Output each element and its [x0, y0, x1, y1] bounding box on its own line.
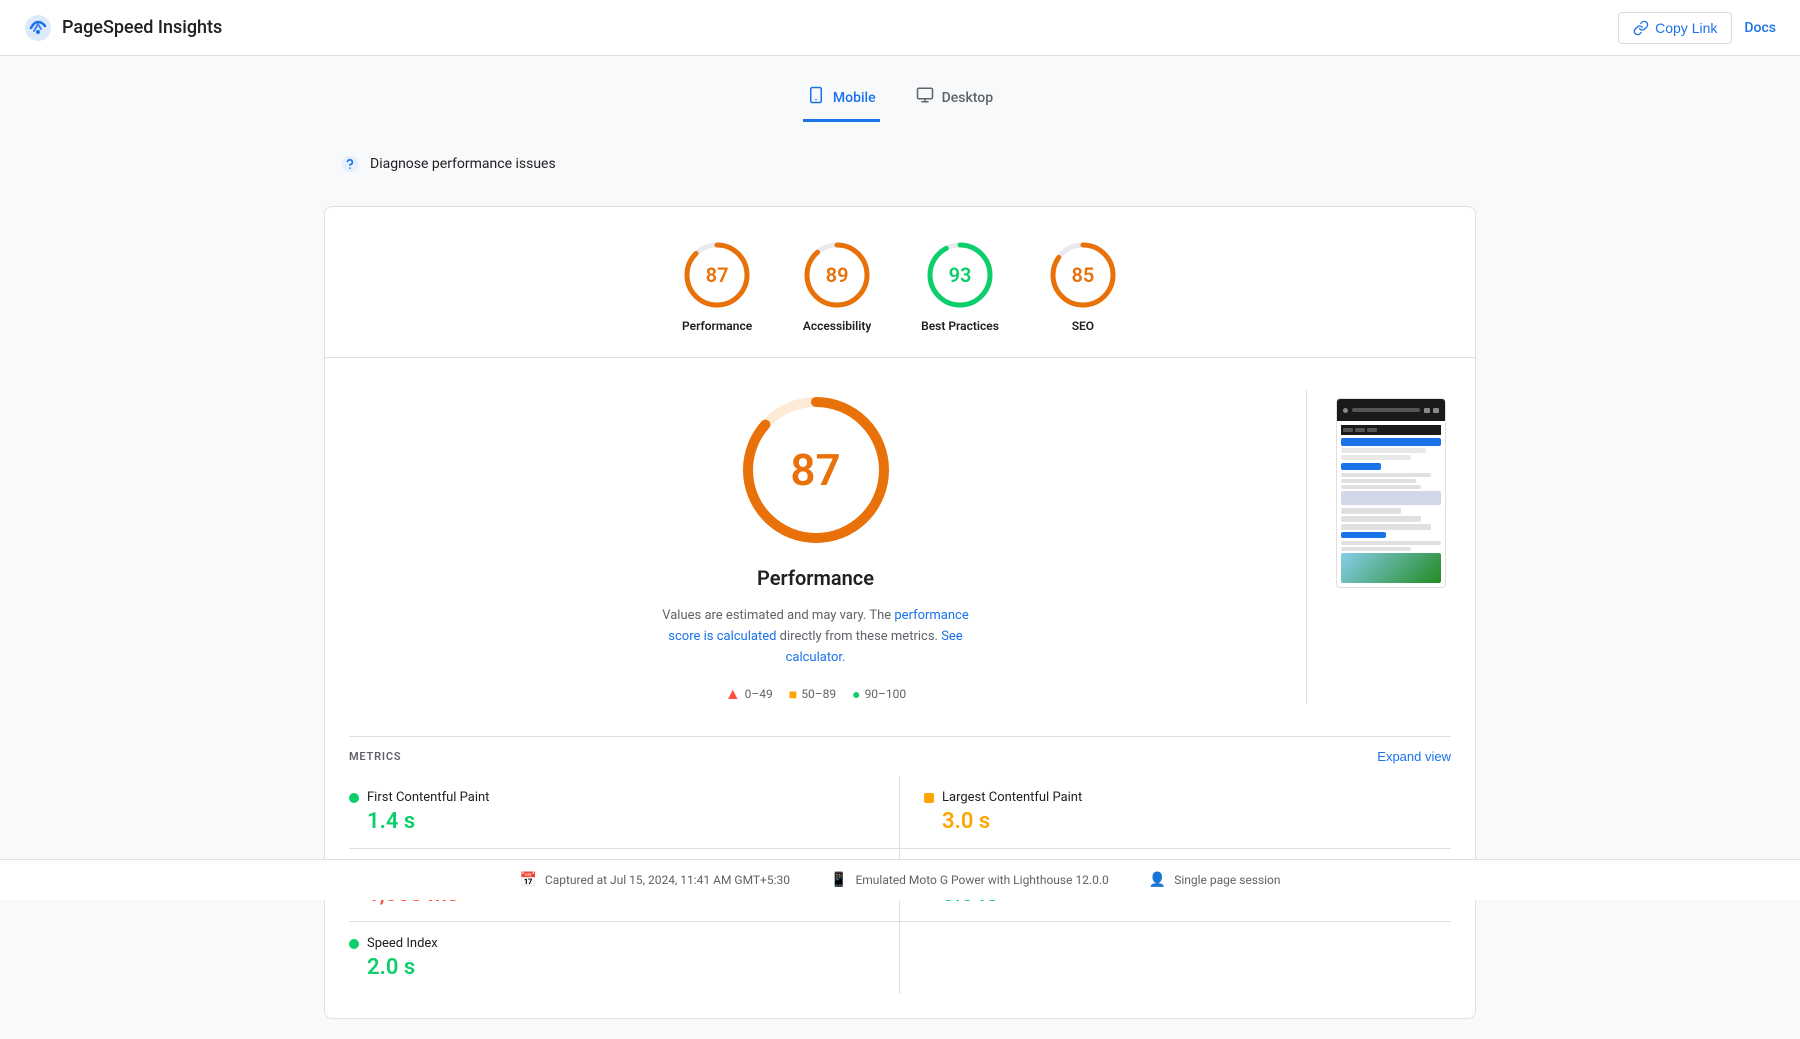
performance-detail: 87 Performance Values are estimated and …	[325, 358, 1475, 736]
desktop-icon	[916, 86, 934, 109]
best-practices-score: 93	[949, 263, 972, 287]
docs-link[interactable]: Docs	[1744, 20, 1776, 36]
seo-circle: 85	[1047, 239, 1119, 311]
preview-dot	[1343, 408, 1348, 413]
best-practices-circle: 93	[924, 239, 996, 311]
metrics-header: METRICS Expand view	[349, 736, 1451, 776]
best-practices-label: Best Practices	[921, 319, 999, 333]
page-preview	[1336, 398, 1446, 588]
metric-fcp-dot	[349, 793, 359, 803]
legend-green-icon: ●	[852, 686, 860, 703]
metric-lcp-name-row: Largest Contentful Paint	[924, 790, 1451, 805]
legend-orange: ■ 50–89	[789, 686, 836, 703]
footer-captured-text: Captured at Jul 15, 2024, 11:41 AM GMT+5…	[545, 873, 790, 887]
score-card-seo[interactable]: 85 SEO	[1047, 239, 1119, 333]
expand-view-button[interactable]: Expand view	[1377, 749, 1451, 764]
metric-fcp-name: First Contentful Paint	[367, 790, 489, 805]
accessibility-score: 89	[826, 263, 849, 287]
performance-detail-left: 87 Performance Values are estimated and …	[349, 390, 1282, 704]
metric-lcp-value: 3.0 s	[924, 809, 1451, 834]
preview-body	[1337, 421, 1445, 587]
tab-desktop-label: Desktop	[942, 90, 993, 106]
link-icon	[1633, 20, 1649, 36]
mobile-footer-icon: 📱	[830, 872, 847, 888]
performance-title: Performance	[757, 566, 874, 590]
large-performance-circle: 87	[736, 390, 896, 550]
metric-fcp-name-row: First Contentful Paint	[349, 790, 875, 805]
legend-green-range: 90–100	[865, 687, 907, 701]
seo-score: 85	[1071, 263, 1094, 287]
perf-desc-pre: Values are estimated and may vary. The	[662, 608, 894, 623]
score-card-performance[interactable]: 87 Performance	[681, 239, 753, 333]
calendar-icon: 📅	[519, 872, 536, 888]
performance-score: 87	[706, 263, 729, 287]
metric-si: Speed Index 2.0 s	[349, 922, 900, 994]
metric-si-value: 2.0 s	[349, 955, 875, 980]
footer-emulated-text: Emulated Moto G Power with Lighthouse 12…	[855, 873, 1108, 887]
diagnose-icon	[340, 154, 360, 174]
accessibility-label: Accessibility	[803, 319, 872, 333]
score-card-accessibility[interactable]: 89 Accessibility	[801, 239, 873, 333]
tab-mobile-label: Mobile	[833, 90, 876, 106]
app-header: PageSpeed Insights Copy Link Docs	[0, 0, 1800, 56]
large-performance-score: 87	[790, 444, 840, 496]
copy-link-label: Copy Link	[1655, 20, 1717, 36]
metric-lcp: Largest Contentful Paint 3.0 s	[900, 776, 1451, 849]
footer-captured: 📅 Captured at Jul 15, 2024, 11:41 AM GMT…	[519, 872, 790, 888]
metric-si-dot	[349, 939, 359, 949]
tab-mobile[interactable]: Mobile	[803, 76, 880, 122]
metric-si-name: Speed Index	[367, 936, 438, 951]
metric-lcp-name: Largest Contentful Paint	[942, 790, 1082, 805]
performance-label: Performance	[682, 319, 752, 333]
legend-green: ● 90–100	[852, 686, 906, 703]
metric-lcp-dot	[924, 793, 934, 803]
device-tabs: Mobile Desktop	[324, 76, 1476, 122]
legend-orange-range: 50–89	[801, 687, 836, 701]
vertical-divider	[1306, 390, 1307, 704]
diagnose-section[interactable]: Diagnose performance issues	[324, 142, 1476, 186]
legend-red-icon: ▲	[725, 684, 741, 704]
page-footer: 📅 Captured at Jul 15, 2024, 11:41 AM GMT…	[0, 859, 1800, 900]
score-cards: 87 Performance 89 Accessibility	[325, 207, 1475, 357]
tab-desktop[interactable]: Desktop	[912, 76, 997, 122]
metric-fcp: First Contentful Paint 1.4 s	[349, 776, 900, 849]
legend-red-range: 0–49	[745, 687, 773, 701]
legend-red: ▲ 0–49	[725, 684, 773, 704]
pagespeed-logo	[24, 14, 52, 42]
person-icon: 👤	[1149, 872, 1166, 888]
metric-si-name-row: Speed Index	[349, 936, 875, 951]
performance-description: Values are estimated and may vary. The p…	[646, 606, 986, 668]
performance-circle: 87	[681, 239, 753, 311]
header-logo-area: PageSpeed Insights	[24, 14, 222, 42]
copy-link-button[interactable]: Copy Link	[1618, 12, 1732, 44]
performance-detail-right	[1331, 390, 1451, 704]
preview-header	[1337, 399, 1445, 421]
score-legend: ▲ 0–49 ■ 50–89 ● 90–100	[725, 684, 906, 704]
diagnose-label: Diagnose performance issues	[370, 156, 556, 172]
header-actions: Copy Link Docs	[1618, 12, 1776, 44]
footer-emulated: 📱 Emulated Moto G Power with Lighthouse …	[830, 872, 1109, 888]
legend-orange-icon: ■	[789, 686, 797, 703]
footer-session: 👤 Single page session	[1149, 872, 1281, 888]
metrics-label: METRICS	[349, 750, 401, 763]
score-card-best-practices[interactable]: 93 Best Practices	[921, 239, 999, 333]
metric-fcp-value: 1.4 s	[349, 809, 875, 834]
seo-label: SEO	[1072, 319, 1094, 333]
app-title: PageSpeed Insights	[62, 17, 222, 38]
accessibility-circle: 89	[801, 239, 873, 311]
footer-session-text: Single page session	[1174, 873, 1280, 887]
mobile-icon	[807, 86, 825, 109]
perf-desc-mid: directly from these metrics.	[776, 629, 941, 644]
